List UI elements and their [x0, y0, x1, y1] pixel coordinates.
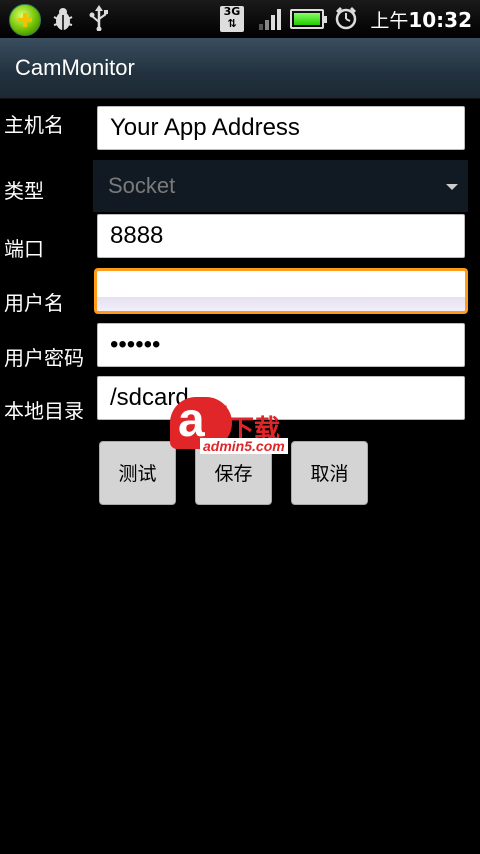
3g-icon: 3G ⇅	[220, 6, 244, 32]
status-clock: 上午10:32	[370, 6, 472, 33]
local-dir-label: 本地目录	[4, 399, 84, 423]
username-label: 用户名	[4, 291, 64, 315]
network-label: 3G	[223, 5, 241, 18]
test-button[interactable]: 测试	[99, 441, 176, 505]
title-bar: CamMonitor	[0, 38, 480, 99]
battery-fill	[294, 13, 320, 25]
port-label: 端口	[4, 237, 44, 261]
bug-icon	[53, 8, 73, 30]
password-label: 用户密码	[4, 346, 84, 370]
signal-icon	[259, 9, 281, 30]
port-input[interactable]: 8888	[97, 214, 465, 258]
add-icon	[9, 4, 41, 36]
watermark-five: 5	[210, 399, 229, 437]
password-input[interactable]: ••••••	[97, 323, 465, 367]
battery-icon	[290, 9, 327, 29]
clock-time: 10:32	[408, 8, 472, 32]
username-input[interactable]	[94, 268, 468, 314]
type-value: Socket	[108, 173, 176, 198]
host-input[interactable]: Your App Address	[97, 106, 465, 150]
alarm-icon	[335, 7, 357, 30]
status-bar: 3G ⇅ 上午10:32	[0, 0, 480, 38]
watermark-logo: a 5 下载 admin5.com	[170, 394, 310, 457]
host-label: 主机名	[4, 113, 64, 137]
type-dropdown[interactable]: Socket	[93, 160, 468, 212]
clock-ampm: 上午	[370, 10, 409, 32]
type-label: 类型	[4, 179, 44, 203]
app-title: CamMonitor	[15, 55, 135, 80]
usb-icon	[89, 5, 108, 31]
watermark-domain: admin5.com	[200, 438, 288, 454]
dropdown-arrow-icon	[446, 184, 458, 190]
